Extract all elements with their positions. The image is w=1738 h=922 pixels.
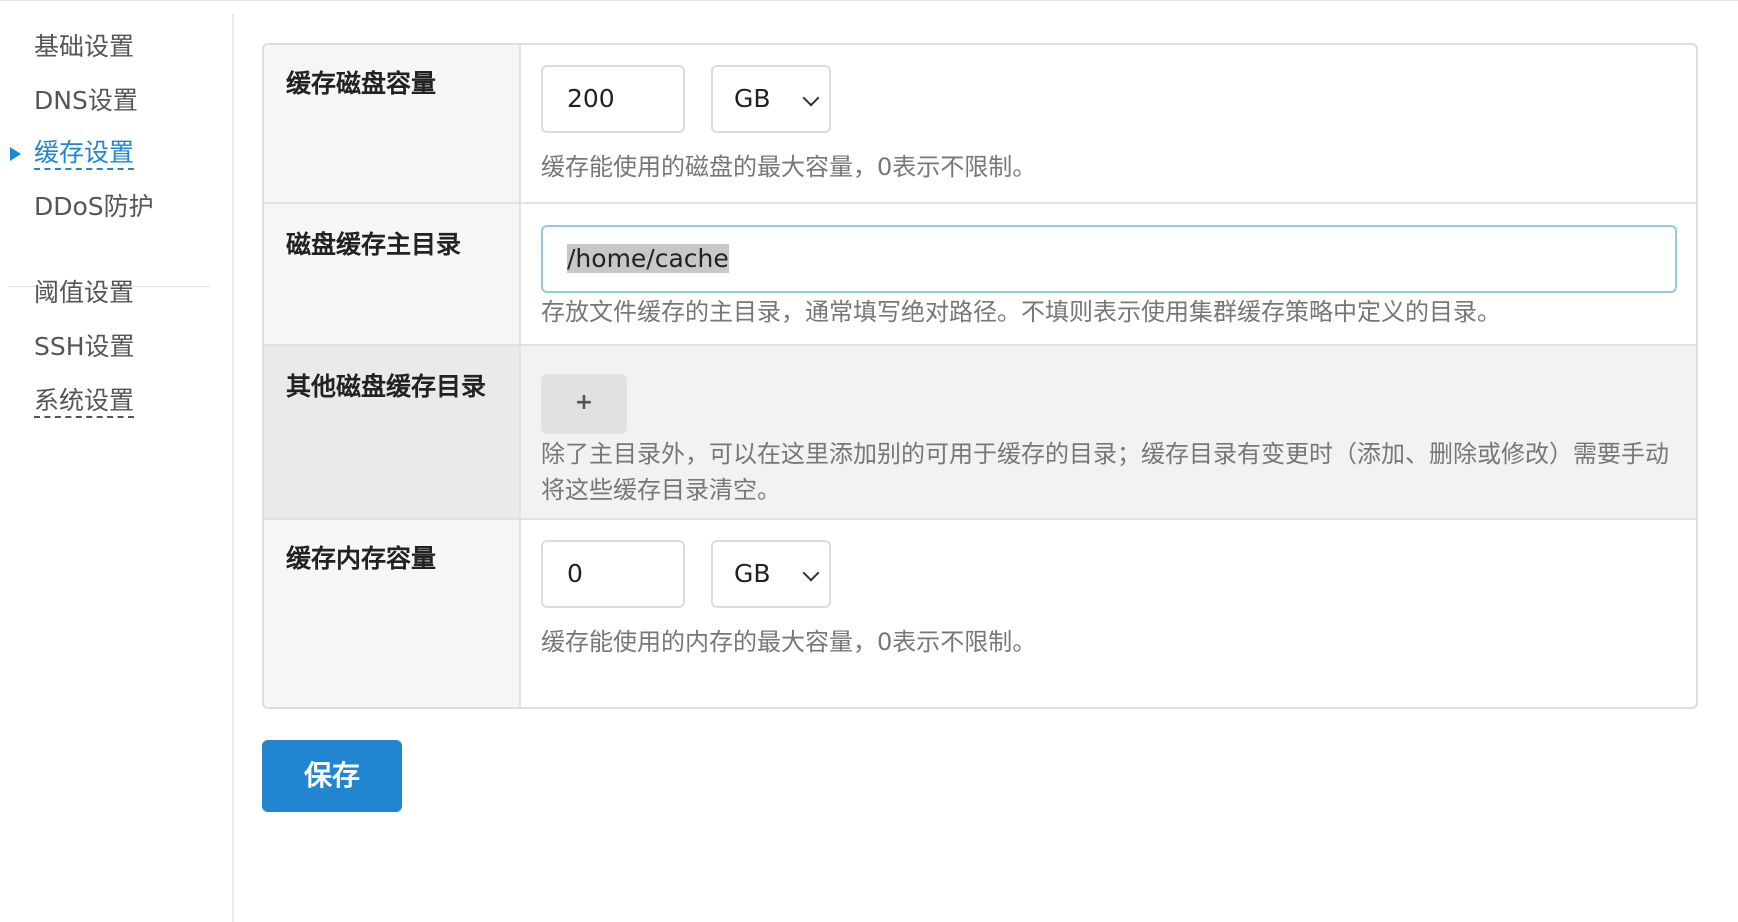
row-other-dirs: 其他磁盘缓存目录 + 除了主目录外，可以在这里添加别的可用于缓存的目录；缓存目录… bbox=[264, 346, 1696, 520]
main-dir-value: /home/cache bbox=[567, 244, 729, 273]
other-dirs-help: 除了主目录外，可以在这里添加别的可用于缓存的目录；缓存目录有变更时（添加、删除或… bbox=[541, 440, 1669, 504]
sidebar-item-system[interactable]: 系统设置 bbox=[34, 386, 135, 418]
memory-capacity-label: 缓存内存容量 bbox=[286, 544, 437, 573]
disk-capacity-unit-select[interactable]: GB bbox=[711, 65, 831, 133]
chevron-down-icon bbox=[802, 89, 820, 107]
row-memory-capacity: 缓存内存容量 0 GB 缓存能使用的内存的最大容量，0表示不限制。 bbox=[264, 520, 1696, 707]
memory-capacity-help: 缓存能使用的内存的最大容量，0表示不限制。 bbox=[541, 628, 1037, 656]
main-dir-label: 磁盘缓存主目录 bbox=[286, 230, 462, 259]
settings-sidebar: 基础设置 DNS设置 缓存设置 DDoS防护 阈值设置 SSH设置 系统设置 bbox=[0, 14, 234, 922]
disk-capacity-label: 缓存磁盘容量 bbox=[286, 69, 437, 98]
sidebar-item-ddos[interactable]: DDoS防护 bbox=[34, 190, 154, 224]
disk-capacity-help: 缓存能使用的磁盘的最大容量，0表示不限制。 bbox=[541, 153, 1037, 181]
main-dir-help: 存放文件缓存的主目录，通常填写绝对路径。不填则表示使用集群缓存策略中定义的目录。 bbox=[541, 298, 1501, 326]
row-disk-capacity: 缓存磁盘容量 200 GB 缓存能使用的磁盘的最大容量，0表示不限制。 bbox=[264, 45, 1696, 204]
active-indicator-icon bbox=[10, 147, 21, 161]
disk-capacity-input[interactable]: 200 bbox=[541, 65, 685, 133]
row-main-dir: 磁盘缓存主目录 /home/cache 存放文件缓存的主目录，通常填写绝对路径。… bbox=[264, 204, 1696, 346]
memory-capacity-input[interactable]: 0 bbox=[541, 540, 685, 608]
sidebar-item-basic[interactable]: 基础设置 bbox=[34, 30, 134, 64]
chevron-down-icon bbox=[802, 564, 820, 582]
sidebar-item-cache[interactable]: 缓存设置 bbox=[34, 138, 135, 170]
add-dir-button[interactable]: + bbox=[541, 374, 627, 434]
save-button[interactable]: 保存 bbox=[262, 740, 402, 812]
sidebar-item-dns[interactable]: DNS设置 bbox=[34, 84, 138, 118]
main-dir-input[interactable]: /home/cache bbox=[541, 225, 1677, 293]
memory-capacity-unit-value: GB bbox=[734, 559, 771, 588]
disk-capacity-unit-value: GB bbox=[734, 84, 771, 113]
cache-settings-form: 缓存磁盘容量 200 GB 缓存能使用的磁盘的最大容量，0表示不限制。 磁盘缓存… bbox=[262, 43, 1698, 709]
top-border bbox=[0, 0, 1738, 1]
other-dirs-label: 其他磁盘缓存目录 bbox=[286, 372, 487, 401]
sidebar-item-threshold[interactable]: 阈值设置 bbox=[34, 276, 134, 310]
memory-capacity-unit-select[interactable]: GB bbox=[711, 540, 831, 608]
sidebar-item-ssh[interactable]: SSH设置 bbox=[34, 330, 135, 364]
